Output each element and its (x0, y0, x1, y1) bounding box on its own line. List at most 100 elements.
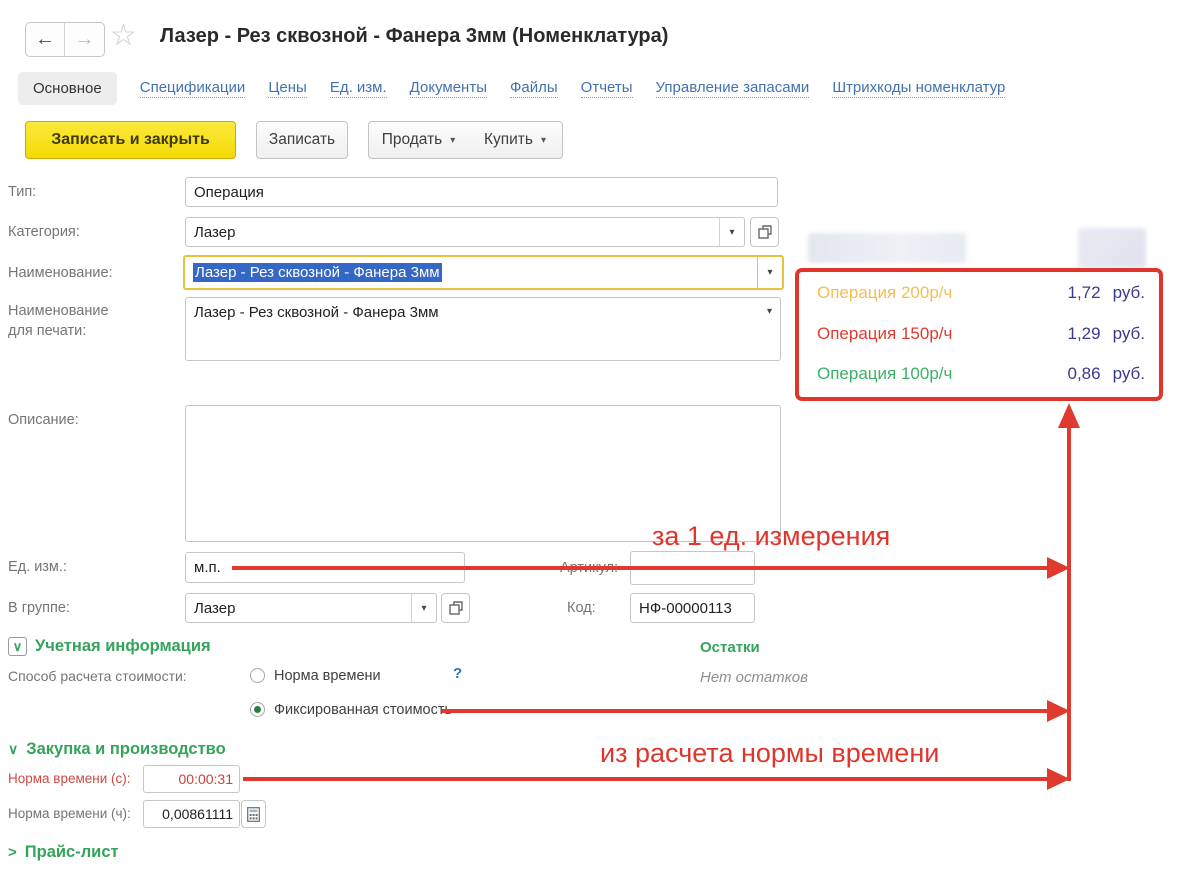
time-norm-h-label: Норма времени (ч): (8, 806, 131, 821)
price-number: 0,86 (1061, 364, 1101, 384)
price-name-100: Операция 100р/ч (817, 364, 952, 384)
group-field[interactable]: Лазер ▾ (185, 593, 437, 623)
help-link[interactable]: ? (453, 665, 462, 682)
code-label: Код: (567, 600, 596, 616)
tab-documents[interactable]: Документы (410, 79, 487, 98)
cost-method-label: Способ расчета стоимости: (8, 668, 187, 684)
radio-fixed-cost-label: Фиксированная стоимость (274, 702, 452, 718)
price-annotation-box: Операция 200р/ч 1,72 руб. Операция 150р/ч… (795, 268, 1163, 401)
category-open-button[interactable] (750, 217, 779, 247)
pricelist-section-toggle[interactable]: > Прайс-лист (8, 843, 119, 862)
calculator-button[interactable] (241, 800, 266, 828)
name-value: Лазер - Рез сквозной - Фанера 3мм (193, 263, 442, 282)
arrow-line-fixed-cost (442, 709, 1048, 713)
price-currency: руб. (1113, 283, 1145, 303)
chevron-down-icon: ▾ (541, 135, 546, 146)
accounting-section-toggle[interactable]: ∨ Учетная информация (8, 637, 211, 656)
type-value: Операция (194, 184, 264, 201)
category-label: Категория: (8, 224, 80, 240)
price-row: Операция 100р/ч 0,86 руб. (817, 364, 1145, 384)
annotation-per-unit: за 1 ед. измерения (652, 521, 890, 552)
tab-prices[interactable]: Цены (268, 79, 307, 98)
back-icon: ← (35, 28, 55, 51)
group-dropdown-button[interactable]: ▾ (411, 594, 436, 622)
time-norm-s-label: Норма времени (с): (8, 771, 131, 786)
price-number: 1,29 (1061, 324, 1101, 344)
print-name-field[interactable]: Лазер - Рез сквозной - Фанера 3мм ▾ (185, 297, 781, 361)
print-name-dropdown-button[interactable]: ▾ (767, 306, 772, 317)
unit-label: Ед. изм.: (8, 559, 67, 575)
tab-main[interactable]: Основное (18, 72, 117, 105)
open-icon (758, 225, 772, 239)
back-button[interactable]: ← (26, 23, 65, 56)
annotation-from-norm: из расчета нормы времени (600, 738, 939, 769)
type-label: Тип: (8, 184, 36, 200)
price-name-150: Операция 150р/ч (817, 324, 952, 344)
code-value: НФ-00000113 (639, 600, 732, 617)
chevron-right-icon: > (8, 844, 17, 861)
save-button[interactable]: Записать (256, 121, 348, 159)
print-name-label-line2: для печати: (8, 323, 86, 339)
checkbox-chevron-icon: ∨ (8, 637, 27, 656)
tab-units[interactable]: Ед. изм. (330, 79, 387, 98)
price-value-150: 1,29руб. (1061, 324, 1145, 344)
pricelist-section-title: Прайс-лист (25, 843, 119, 862)
price-value-100: 0,86 руб. (1061, 364, 1145, 384)
tab-bar: Основное Спецификации Цены Ед. изм. Доку… (18, 72, 1005, 105)
price-currency: руб. (1113, 364, 1145, 384)
sell-button-label: Продать (382, 131, 443, 149)
time-norm-s-value: 00:00:31 (179, 771, 234, 787)
tab-files[interactable]: Файлы (510, 79, 558, 98)
chevron-down-icon: ▾ (450, 135, 455, 146)
purchase-section-title: Закупка и производство (26, 740, 225, 759)
time-norm-h-value: 0,00861111 (162, 806, 233, 822)
arrow-head-up-icon (1058, 403, 1080, 428)
print-name-label-line1: Наименование (8, 303, 109, 319)
forward-icon: → (75, 28, 95, 51)
save-and-close-button[interactable]: Записать и закрыть (25, 121, 236, 159)
category-value: Лазер (194, 224, 235, 241)
name-label: Наименование: (8, 265, 113, 281)
name-dropdown-button[interactable]: ▾ (757, 257, 782, 288)
sell-button[interactable]: Продать ▾ (368, 121, 469, 159)
tab-specifications[interactable]: Спецификации (140, 79, 246, 98)
buy-button-label: Купить (484, 131, 533, 149)
tab-reports[interactable]: Отчеты (581, 79, 633, 98)
name-field[interactable]: Лазер - Рез сквозной - Фанера 3мм ▾ (183, 255, 784, 290)
arrow-line-unit (232, 566, 1048, 570)
radio-fixed-cost[interactable] (250, 702, 265, 717)
category-field[interactable]: Лазер ▾ (185, 217, 745, 247)
radio-time-norm[interactable] (250, 668, 265, 683)
blurred-content (808, 233, 966, 263)
purchase-section-toggle[interactable]: ∨ Закупка и производство (8, 740, 226, 759)
tab-inventory[interactable]: Управление запасами (656, 79, 810, 98)
nav-history-group: ← → (25, 22, 105, 57)
group-open-button[interactable] (441, 593, 470, 623)
stock-title: Остатки (700, 639, 760, 656)
buy-button[interactable]: Купить ▾ (468, 121, 563, 159)
open-icon (449, 601, 463, 615)
blurred-content (1078, 228, 1146, 268)
accounting-section-title: Учетная информация (35, 637, 211, 656)
chevron-down-icon: ∨ (8, 741, 18, 758)
tab-barcodes[interactable]: Штрихкоды номенклатур (832, 79, 1005, 98)
code-field[interactable]: НФ-00000113 (630, 593, 755, 623)
price-number: 1,72 (1061, 283, 1101, 303)
time-norm-h-field[interactable]: 0,00861111 (143, 800, 240, 828)
time-norm-s-field[interactable]: 00:00:31 (143, 765, 240, 793)
description-label: Описание: (8, 412, 79, 428)
type-field[interactable]: Операция (185, 177, 778, 207)
favorite-star-icon[interactable]: ☆ (110, 18, 137, 53)
calculator-icon (247, 807, 260, 822)
forward-button[interactable]: → (65, 23, 104, 56)
unit-value: м.п. (194, 559, 221, 576)
price-name-200: Операция 200р/ч (817, 283, 952, 303)
page-title: Лазер - Рез сквозной - Фанера 3мм (Номен… (160, 25, 668, 48)
category-dropdown-button[interactable]: ▾ (719, 218, 744, 246)
group-value: Лазер (194, 600, 235, 617)
arrow-line-vertical (1067, 427, 1071, 781)
radio-time-norm-label: Норма времени (274, 668, 381, 684)
price-row: Операция 200р/ч 1,72 руб. (817, 283, 1145, 303)
group-label: В группе: (8, 600, 70, 616)
nomenclature-form-window: ← → ☆ Лазер - Рез сквозной - Фанера 3мм … (0, 0, 1179, 881)
